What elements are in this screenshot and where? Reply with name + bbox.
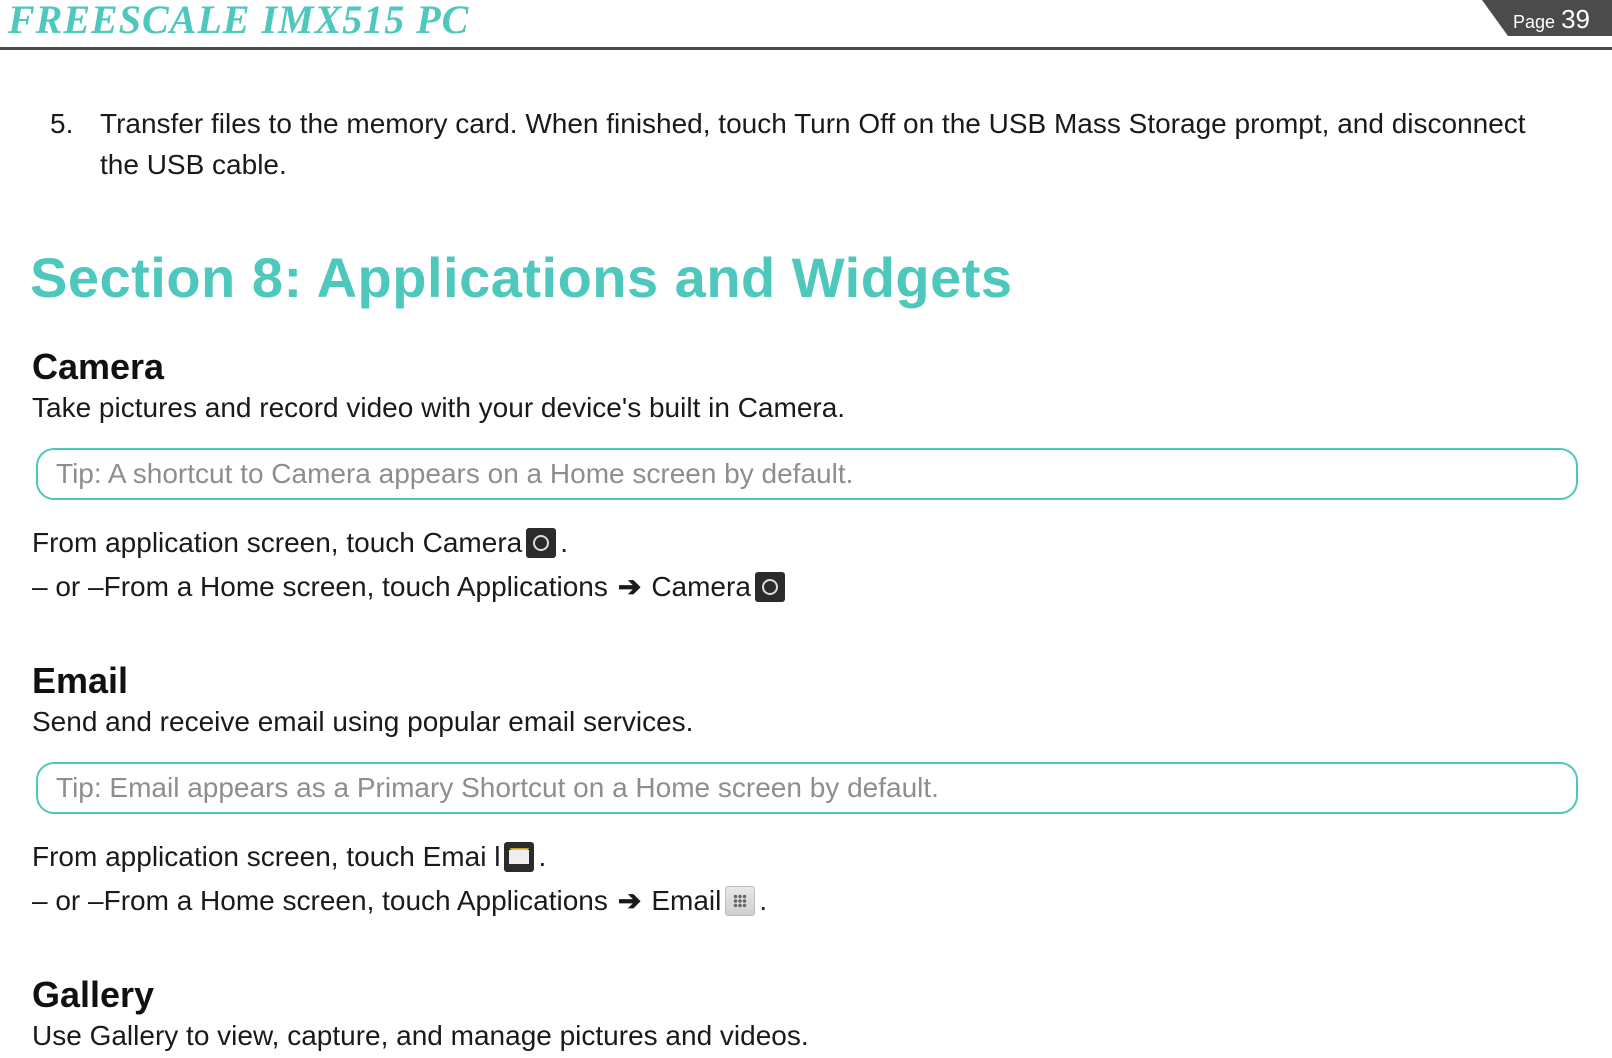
arrow-icon: ➔: [618, 566, 641, 608]
page-content: 5. Transfer files to the memory card. Wh…: [0, 44, 1612, 1052]
page-number: 39: [1561, 4, 1590, 35]
manual-page: FREESCALE IMX515 PC Page 39 5. Transfer …: [0, 0, 1612, 1058]
camera-icon: [755, 572, 785, 602]
email-heading: Email: [32, 660, 1582, 702]
arrow-icon: ➔: [618, 880, 641, 922]
email-desc: Send and receive email using popular ema…: [32, 706, 1582, 738]
app-grid-icon: [725, 886, 755, 916]
camera-tip: Tip: A shortcut to Camera appears on a H…: [36, 448, 1578, 500]
camera-instruction-1: From application screen, touch Camera .: [32, 522, 1582, 564]
gallery-desc: Use Gallery to view, capture, and manage…: [32, 1020, 1582, 1052]
page-number-text: Page 39: [1513, 4, 1590, 35]
camera-desc: Take pictures and record video with your…: [32, 392, 1582, 424]
page-number-tab: Page 39: [1482, 0, 1612, 36]
page-label: Page: [1513, 12, 1555, 33]
camera-line2a: – or –From a Home screen, touch Applicat…: [32, 566, 608, 608]
gallery-block: Gallery Use Gallery to view, capture, an…: [30, 974, 1582, 1052]
camera-icon: [526, 528, 556, 558]
email-line2c: .: [759, 880, 767, 922]
camera-line2b: Camera: [651, 566, 751, 608]
header-rule: [0, 47, 1612, 50]
email-icon: [504, 842, 534, 872]
email-tip: Tip: Email appears as a Primary Shortcut…: [36, 762, 1578, 814]
step-text: Transfer files to the memory card. When …: [100, 104, 1582, 185]
email-line1b: .: [538, 836, 546, 878]
camera-line1b: .: [560, 522, 568, 564]
camera-line1a: From application screen, touch Camera: [32, 522, 522, 564]
email-instruction-2: – or –From a Home screen, touch Applicat…: [32, 880, 1582, 922]
email-line2a: – or –From a Home screen, touch Applicat…: [32, 880, 608, 922]
step-number: 5.: [50, 104, 100, 185]
product-title: FREESCALE IMX515 PC: [0, 0, 1612, 40]
email-instruction-1: From application screen, touch Emai l .: [32, 836, 1582, 878]
step-5: 5. Transfer files to the memory card. Wh…: [50, 104, 1582, 185]
camera-block: Camera Take pictures and record video wi…: [30, 346, 1582, 608]
camera-heading: Camera: [32, 346, 1582, 388]
section-title: Section 8: Applications and Widgets: [30, 245, 1582, 310]
email-line2b: Email: [651, 880, 721, 922]
gallery-heading: Gallery: [32, 974, 1582, 1016]
page-header: FREESCALE IMX515 PC Page 39: [0, 0, 1612, 44]
email-line1a: From application screen, touch Emai l: [32, 836, 500, 878]
camera-instruction-2: – or –From a Home screen, touch Applicat…: [32, 566, 1582, 608]
email-block: Email Send and receive email using popul…: [30, 660, 1582, 922]
